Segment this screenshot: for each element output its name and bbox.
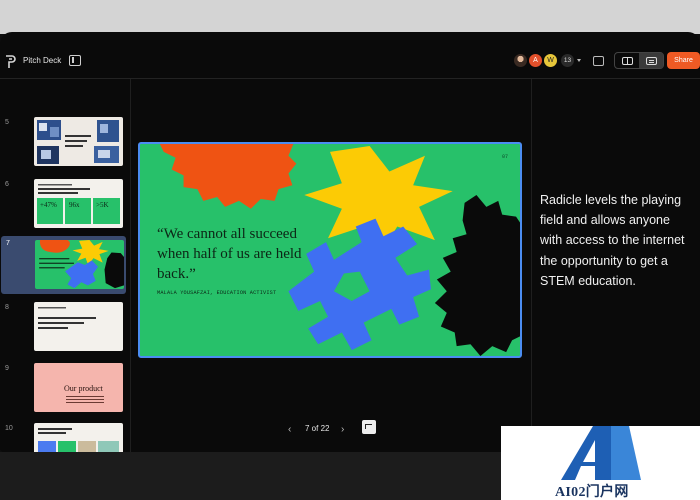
slide-stat: +47% [40, 201, 57, 209]
slide-thumbnail-row[interactable]: 8 [0, 300, 128, 356]
slide-number: 6 [5, 181, 9, 188]
slide-position-label: 7 of 22 [305, 424, 330, 433]
slide-thumbnail[interactable]: Our product [34, 363, 123, 412]
thumbnail-graphic [38, 428, 119, 452]
slide-thumbnail-rail: 5 6 +47% 96x >5K 7 8 9 Our product 10 [0, 79, 130, 452]
slide-number: 8 [5, 304, 9, 311]
slide-stat: >5K [96, 201, 109, 209]
slide-thumbnail-row[interactable]: 5 [0, 115, 128, 171]
collaborator-avatar-w[interactable]: W [543, 53, 558, 68]
slide-thumbnail[interactable] [34, 302, 123, 351]
slide-quote[interactable]: “We cannot all succeed when half of us a… [157, 224, 307, 284]
present-icon[interactable] [593, 56, 604, 66]
slide-thumbnail[interactable] [34, 423, 123, 452]
slide-thumbnail[interactable]: +47% 96x >5K [34, 179, 123, 228]
current-slide-canvas[interactable]: 07 “We cannot all succeed when half of u… [138, 142, 522, 358]
document-title[interactable]: Pitch Deck [23, 56, 61, 65]
slide-thumbnail-row[interactable]: 6 +47% 96x >5K [0, 177, 128, 233]
slide-number: 7 [6, 240, 10, 247]
chevron-left-icon[interactable]: ‹ [288, 425, 291, 435]
slide-number: 5 [5, 119, 9, 126]
toolbar: Pitch Deck A W 13 Share [0, 46, 700, 78]
watermark-mark [561, 426, 641, 480]
speaker-notes[interactable]: Radicle levels the playing field and all… [540, 190, 694, 291]
slide-number: 9 [5, 365, 9, 372]
thumbnail-graphic [37, 120, 119, 164]
chevron-right-icon[interactable]: › [341, 425, 344, 435]
chevron-down-icon[interactable] [577, 59, 581, 62]
slide-thumbnail-row[interactable]: 9 Our product [0, 361, 128, 417]
top-bezel [0, 0, 700, 34]
rail-divider [130, 79, 131, 452]
watermark-text: AI02门户网 [555, 485, 629, 500]
thumbnail-graphic [38, 307, 96, 329]
watermark-logo: AI02门户网 [501, 426, 700, 500]
slide-thumbnail-row-selected[interactable]: 7 [1, 236, 126, 294]
slide-number: 10 [5, 425, 13, 432]
slide-page-number: 07 [502, 154, 509, 160]
share-button[interactable]: Share [667, 52, 700, 69]
fullscreen-icon[interactable] [362, 420, 376, 434]
sidebar-toggle-icon[interactable] [69, 55, 81, 66]
slide-thumbnail[interactable] [34, 117, 123, 166]
slide-thumbnail-row[interactable]: 10 [0, 421, 128, 452]
thumbnail-graphic [66, 396, 104, 403]
thumbnail-graphic [39, 240, 124, 289]
view-split-button[interactable] [615, 53, 639, 68]
notes-divider [531, 79, 532, 452]
split-view-icon [621, 56, 633, 65]
slide-stat: 96x [69, 201, 80, 209]
collaborator-avatar-photo[interactable] [513, 53, 528, 68]
collaborator-count-badge[interactable]: 13 [560, 53, 575, 68]
collaborator-avatar-a[interactable]: A [528, 53, 543, 68]
view-notes-button[interactable] [639, 53, 663, 68]
slide-thumbnail[interactable] [35, 240, 124, 289]
notes-view-icon [645, 56, 657, 65]
view-mode-toggle [614, 52, 664, 69]
pitch-logo-icon[interactable] [4, 55, 16, 69]
slide-attribution[interactable]: MALALA YOUSAFZAI, EDUCATION ACTIVIST [157, 290, 276, 296]
